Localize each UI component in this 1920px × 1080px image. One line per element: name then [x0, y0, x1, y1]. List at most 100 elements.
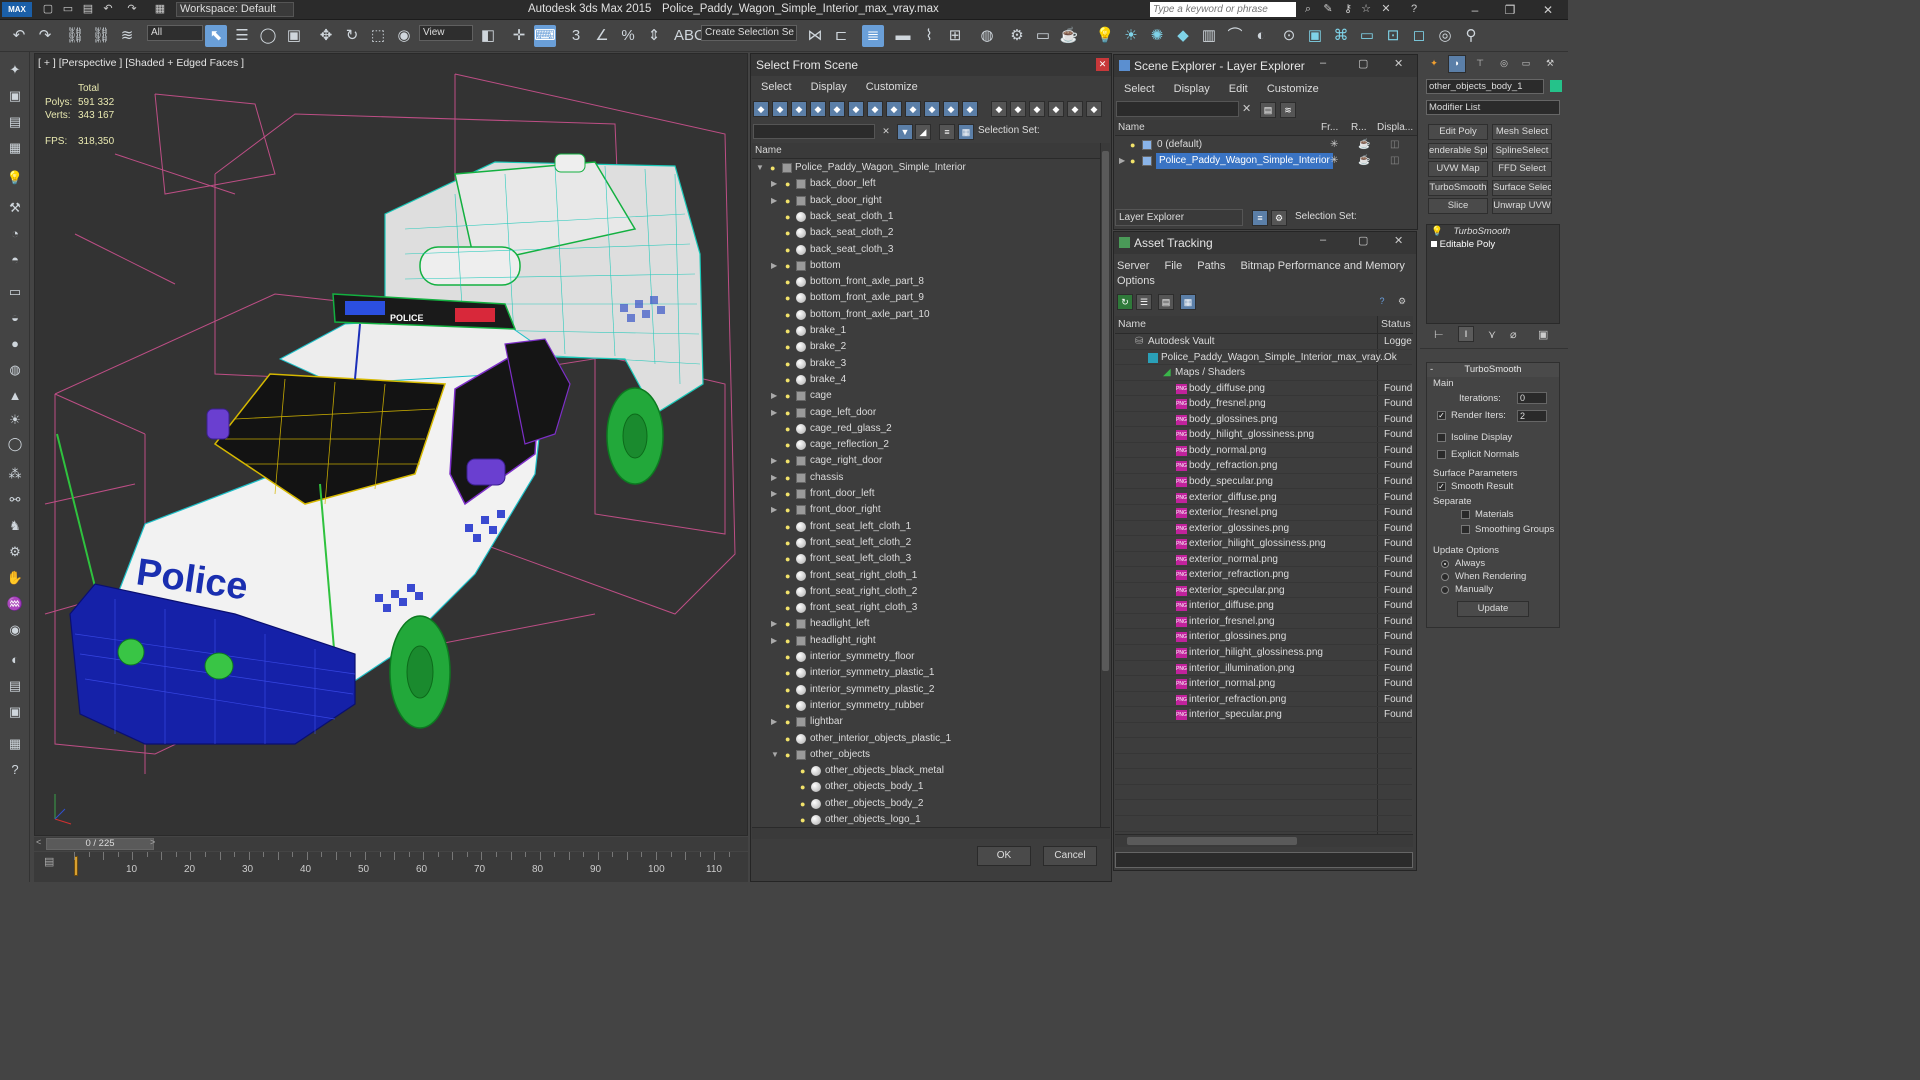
tree-row[interactable]: ▶ ● front_door_right: [752, 502, 1097, 518]
at-close-icon[interactable]: ✕: [1394, 234, 1403, 247]
bone-icon[interactable]: ⚯: [5, 490, 25, 510]
se-minimize-icon[interactable]: –: [1320, 57, 1326, 69]
selection-set-icon[interactable]: ▦: [958, 124, 974, 140]
asset-row-map[interactable]: PNG body_diffuse.png Found: [1115, 381, 1412, 397]
layer-explorer-dropdown[interactable]: Layer Explorer: [1115, 209, 1243, 226]
filter-cameras-icon[interactable]: ◆: [810, 101, 826, 117]
menu-customize[interactable]: Customize: [866, 81, 918, 93]
asset-row-map[interactable]: PNG exterior_diffuse.png Found: [1115, 490, 1412, 505]
scale-icon[interactable]: ⬚: [367, 25, 389, 47]
motion-tab-icon[interactable]: ◎: [1496, 56, 1512, 72]
asset-row-map[interactable]: PNG body_specular.png Found: [1115, 474, 1412, 490]
bind-spacewarp-icon[interactable]: ≋: [116, 25, 138, 47]
filter-filter-icon[interactable]: ◆: [1048, 101, 1064, 117]
modifier-button[interactable]: Edit Poly: [1428, 124, 1488, 140]
se-filter-icon[interactable]: ▤: [1260, 102, 1276, 118]
time-next-icon[interactable]: >: [150, 837, 155, 847]
vray-dome-icon[interactable]: ◻: [1408, 25, 1430, 47]
asset-row-map[interactable]: PNG exterior_refraction.png Found: [1115, 567, 1412, 583]
project-icon[interactable]: ▦: [152, 2, 168, 17]
keyword-search-input[interactable]: [1150, 2, 1296, 17]
tree-row[interactable]: ● back_seat_cloth_1: [752, 209, 1097, 225]
teapot-icon[interactable]: ◓: [5, 250, 25, 270]
open-file-icon[interactable]: ▭: [60, 2, 76, 17]
modifier-button[interactable]: TurboSmooth: [1428, 179, 1488, 196]
remove-modifier-icon[interactable]: ⌀: [1510, 328, 1517, 341]
tree-row[interactable]: ▼ ● other_objects: [752, 747, 1097, 763]
modifier-button[interactable]: Surface Select: [1492, 179, 1552, 196]
app-logo-button[interactable]: MAX: [2, 2, 32, 17]
tree-row[interactable]: ● back_seat_cloth_2: [752, 225, 1097, 241]
se-menu-select[interactable]: Select: [1124, 83, 1155, 95]
asset-row-map[interactable]: PNG body_fresnel.png Found: [1115, 396, 1412, 412]
cone-icon[interactable]: ▲: [5, 386, 25, 406]
vray-eye-icon[interactable]: ◎: [1434, 25, 1456, 47]
select-manipulate-icon[interactable]: ✛: [508, 25, 530, 47]
gear-icon[interactable]: ⚙: [5, 542, 25, 562]
se-footer-icon-2[interactable]: ⚙: [1271, 210, 1287, 226]
filter-shapes-icon[interactable]: ◆: [772, 101, 788, 117]
hierarchy-tab-icon[interactable]: ⊤: [1472, 56, 1488, 72]
tree-row-child[interactable]: ● other_objects_logo_1: [752, 812, 1097, 827]
restore-icon[interactable]: ❐: [1495, 0, 1525, 20]
tree-row[interactable]: ▶ ● back_door_right: [752, 193, 1097, 209]
pin-stack-icon[interactable]: ⊢: [1434, 328, 1444, 341]
menu-select[interactable]: Select: [761, 81, 792, 93]
undo-icon[interactable]: ↶: [8, 25, 30, 47]
modify-tab-icon[interactable]: ◗: [1448, 55, 1466, 73]
vray-plane-icon[interactable]: ▭: [1356, 25, 1378, 47]
at-minimize-icon[interactable]: –: [1320, 234, 1326, 246]
asset-row-map[interactable]: PNG body_normal.png Found: [1115, 443, 1412, 459]
at-help-icon[interactable]: ?: [1374, 294, 1390, 310]
time-slider-knob[interactable]: 0 / 225: [46, 838, 154, 850]
tree-row[interactable]: ▶ ● cage_right_door: [752, 453, 1097, 469]
light-sun-icon[interactable]: ☀: [5, 410, 25, 430]
geosphere-icon[interactable]: ◍: [5, 360, 25, 380]
tree-row[interactable]: ● back_seat_cloth_3: [752, 242, 1097, 258]
select-object-icon[interactable]: ⬉: [205, 25, 227, 47]
binoculars-icon[interactable]: ⌕: [1300, 2, 1316, 17]
at-refresh-icon[interactable]: ↻: [1117, 294, 1133, 310]
asset-row-map[interactable]: PNG exterior_hilight_glossiness.png Found: [1115, 536, 1412, 552]
tree-row[interactable]: ● front_seat_right_cloth_3: [752, 600, 1097, 616]
layers-icon[interactable]: ≡: [939, 124, 955, 140]
se-menu-customize[interactable]: Customize: [1267, 83, 1319, 95]
tree-row[interactable]: ▶ ● bottom: [752, 258, 1097, 274]
at-list-icon[interactable]: ☰: [1136, 294, 1152, 310]
at-col-status[interactable]: Status: [1381, 316, 1411, 333]
find-case-icon[interactable]: ◢: [915, 124, 931, 140]
unlink-icon[interactable]: ⛓: [90, 25, 112, 47]
se-col-render[interactable]: R...: [1351, 120, 1367, 135]
tree-row[interactable]: ● front_seat_left_cloth_2: [752, 535, 1097, 551]
tree-row[interactable]: ● interior_symmetry_rubber: [752, 698, 1097, 714]
spinner-snap-icon[interactable]: ⇕: [643, 25, 665, 47]
se-col-frozen[interactable]: Fr...: [1321, 120, 1338, 135]
display-tab-icon[interactable]: ▭: [1518, 56, 1534, 72]
hierarchy-icon[interactable]: ▤: [5, 112, 25, 132]
percent-snap-icon[interactable]: %: [617, 25, 639, 47]
asset-row-map[interactable]: PNG interior_hilight_glossiness.png Found: [1115, 645, 1412, 661]
filter-none-icon[interactable]: ◆: [1010, 101, 1026, 117]
window-crossing-icon[interactable]: ▣: [283, 25, 305, 47]
schematic-view-icon[interactable]: ⊞: [944, 25, 966, 47]
tree-row[interactable]: ● cage_red_glass_2: [752, 421, 1097, 437]
select-by-name-icon[interactable]: ☰: [231, 25, 253, 47]
link-icon[interactable]: ⛓: [64, 25, 86, 47]
curve-editor-icon[interactable]: ⌇: [918, 25, 940, 47]
render-iters-checkbox[interactable]: ✓: [1437, 411, 1446, 420]
update-button[interactable]: Update: [1457, 601, 1529, 617]
filter-groups-icon[interactable]: ◆: [867, 101, 883, 117]
filter-all-icon[interactable]: ◆: [991, 101, 1007, 117]
reference-coordinate-dropdown[interactable]: View: [419, 25, 473, 41]
asset-row-file[interactable]: Police_Paddy_Wagon_Simple_Interior_max_v…: [1115, 350, 1412, 366]
vray-extra-icon[interactable]: ⚲: [1460, 25, 1482, 47]
rollout-title[interactable]: - TurboSmooth: [1427, 363, 1559, 377]
tree-row[interactable]: ● other_interior_objects_plastic_1: [752, 731, 1097, 747]
utilities-icon[interactable]: ⚒: [5, 198, 25, 218]
tree-row[interactable]: ● interior_symmetry_plastic_2: [752, 682, 1097, 698]
asset-row-map[interactable]: PNG interior_illumination.png Found: [1115, 661, 1412, 677]
se-layer-icon[interactable]: ≋: [1280, 102, 1296, 118]
redo-icon[interactable]: ↷: [34, 25, 56, 47]
vray-clipper-icon[interactable]: ⊙: [1278, 25, 1300, 47]
time-prev-icon[interactable]: <: [36, 837, 41, 847]
